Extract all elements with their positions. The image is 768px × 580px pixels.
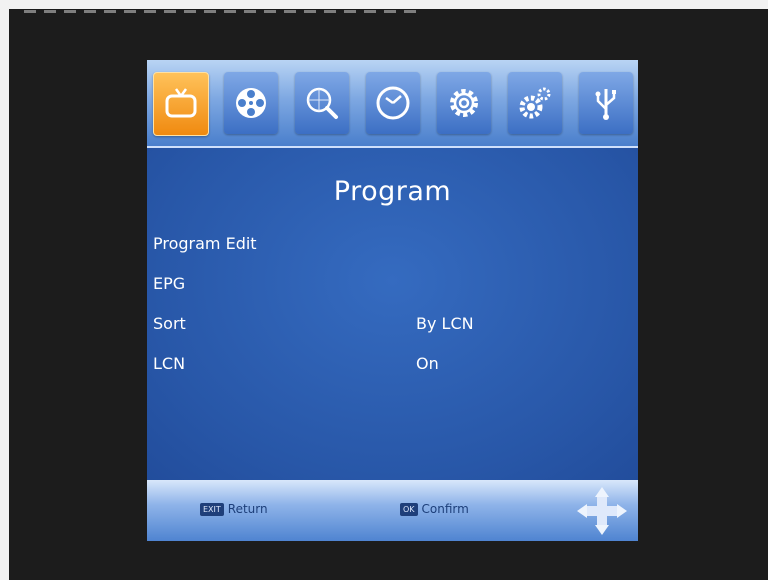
screen-edge-left bbox=[0, 0, 9, 580]
tab-system[interactable] bbox=[508, 72, 562, 134]
tv-icon bbox=[165, 88, 197, 118]
navigation-arrows-icon bbox=[577, 487, 627, 535]
confirm-label: Confirm bbox=[421, 502, 469, 516]
menu-item-label: Sort bbox=[153, 314, 186, 333]
menu-content: Program Program Edit EPG Sort By LCN LCN… bbox=[147, 148, 638, 480]
ok-key-icon: OK bbox=[400, 502, 418, 516]
top-dash-artifact bbox=[24, 10, 424, 13]
tab-media[interactable] bbox=[224, 72, 278, 134]
menu-item-label: Program Edit bbox=[153, 234, 257, 253]
confirm-hint[interactable]: OK Confirm bbox=[400, 502, 469, 516]
settings-gear-icon bbox=[450, 89, 478, 117]
menu-footer: EXIT Return OK Confirm bbox=[147, 480, 638, 541]
tab-search[interactable] bbox=[295, 72, 349, 134]
return-label: Return bbox=[227, 502, 268, 516]
clock-icon bbox=[376, 86, 410, 120]
menu-item-lcn[interactable]: LCN On bbox=[153, 350, 633, 380]
film-reel-icon bbox=[236, 88, 266, 118]
program-menu: Program Program Edit EPG Sort By LCN LCN… bbox=[147, 60, 638, 541]
exit-key-icon: EXIT bbox=[200, 502, 224, 516]
search-globe-icon bbox=[306, 87, 338, 119]
menu-icon-bar bbox=[147, 60, 638, 148]
return-hint[interactable]: EXIT Return bbox=[200, 502, 268, 516]
menu-item-epg[interactable]: EPG bbox=[153, 270, 633, 300]
menu-item-label: EPG bbox=[153, 274, 186, 293]
lcn-value[interactable]: On bbox=[416, 354, 439, 373]
tab-usb[interactable] bbox=[579, 72, 633, 134]
gears-icon bbox=[519, 87, 551, 119]
screen-edge-top bbox=[0, 0, 768, 9]
tab-time[interactable] bbox=[366, 72, 420, 134]
tab-settings[interactable] bbox=[437, 72, 491, 134]
sort-value[interactable]: By LCN bbox=[416, 314, 474, 333]
menu-item-program-edit[interactable]: Program Edit bbox=[153, 230, 633, 260]
page-title: Program bbox=[333, 176, 452, 207]
tab-tv[interactable] bbox=[153, 72, 209, 136]
usb-icon bbox=[595, 89, 616, 120]
menu-item-sort[interactable]: Sort By LCN bbox=[153, 310, 633, 340]
menu-item-label: LCN bbox=[153, 354, 186, 373]
